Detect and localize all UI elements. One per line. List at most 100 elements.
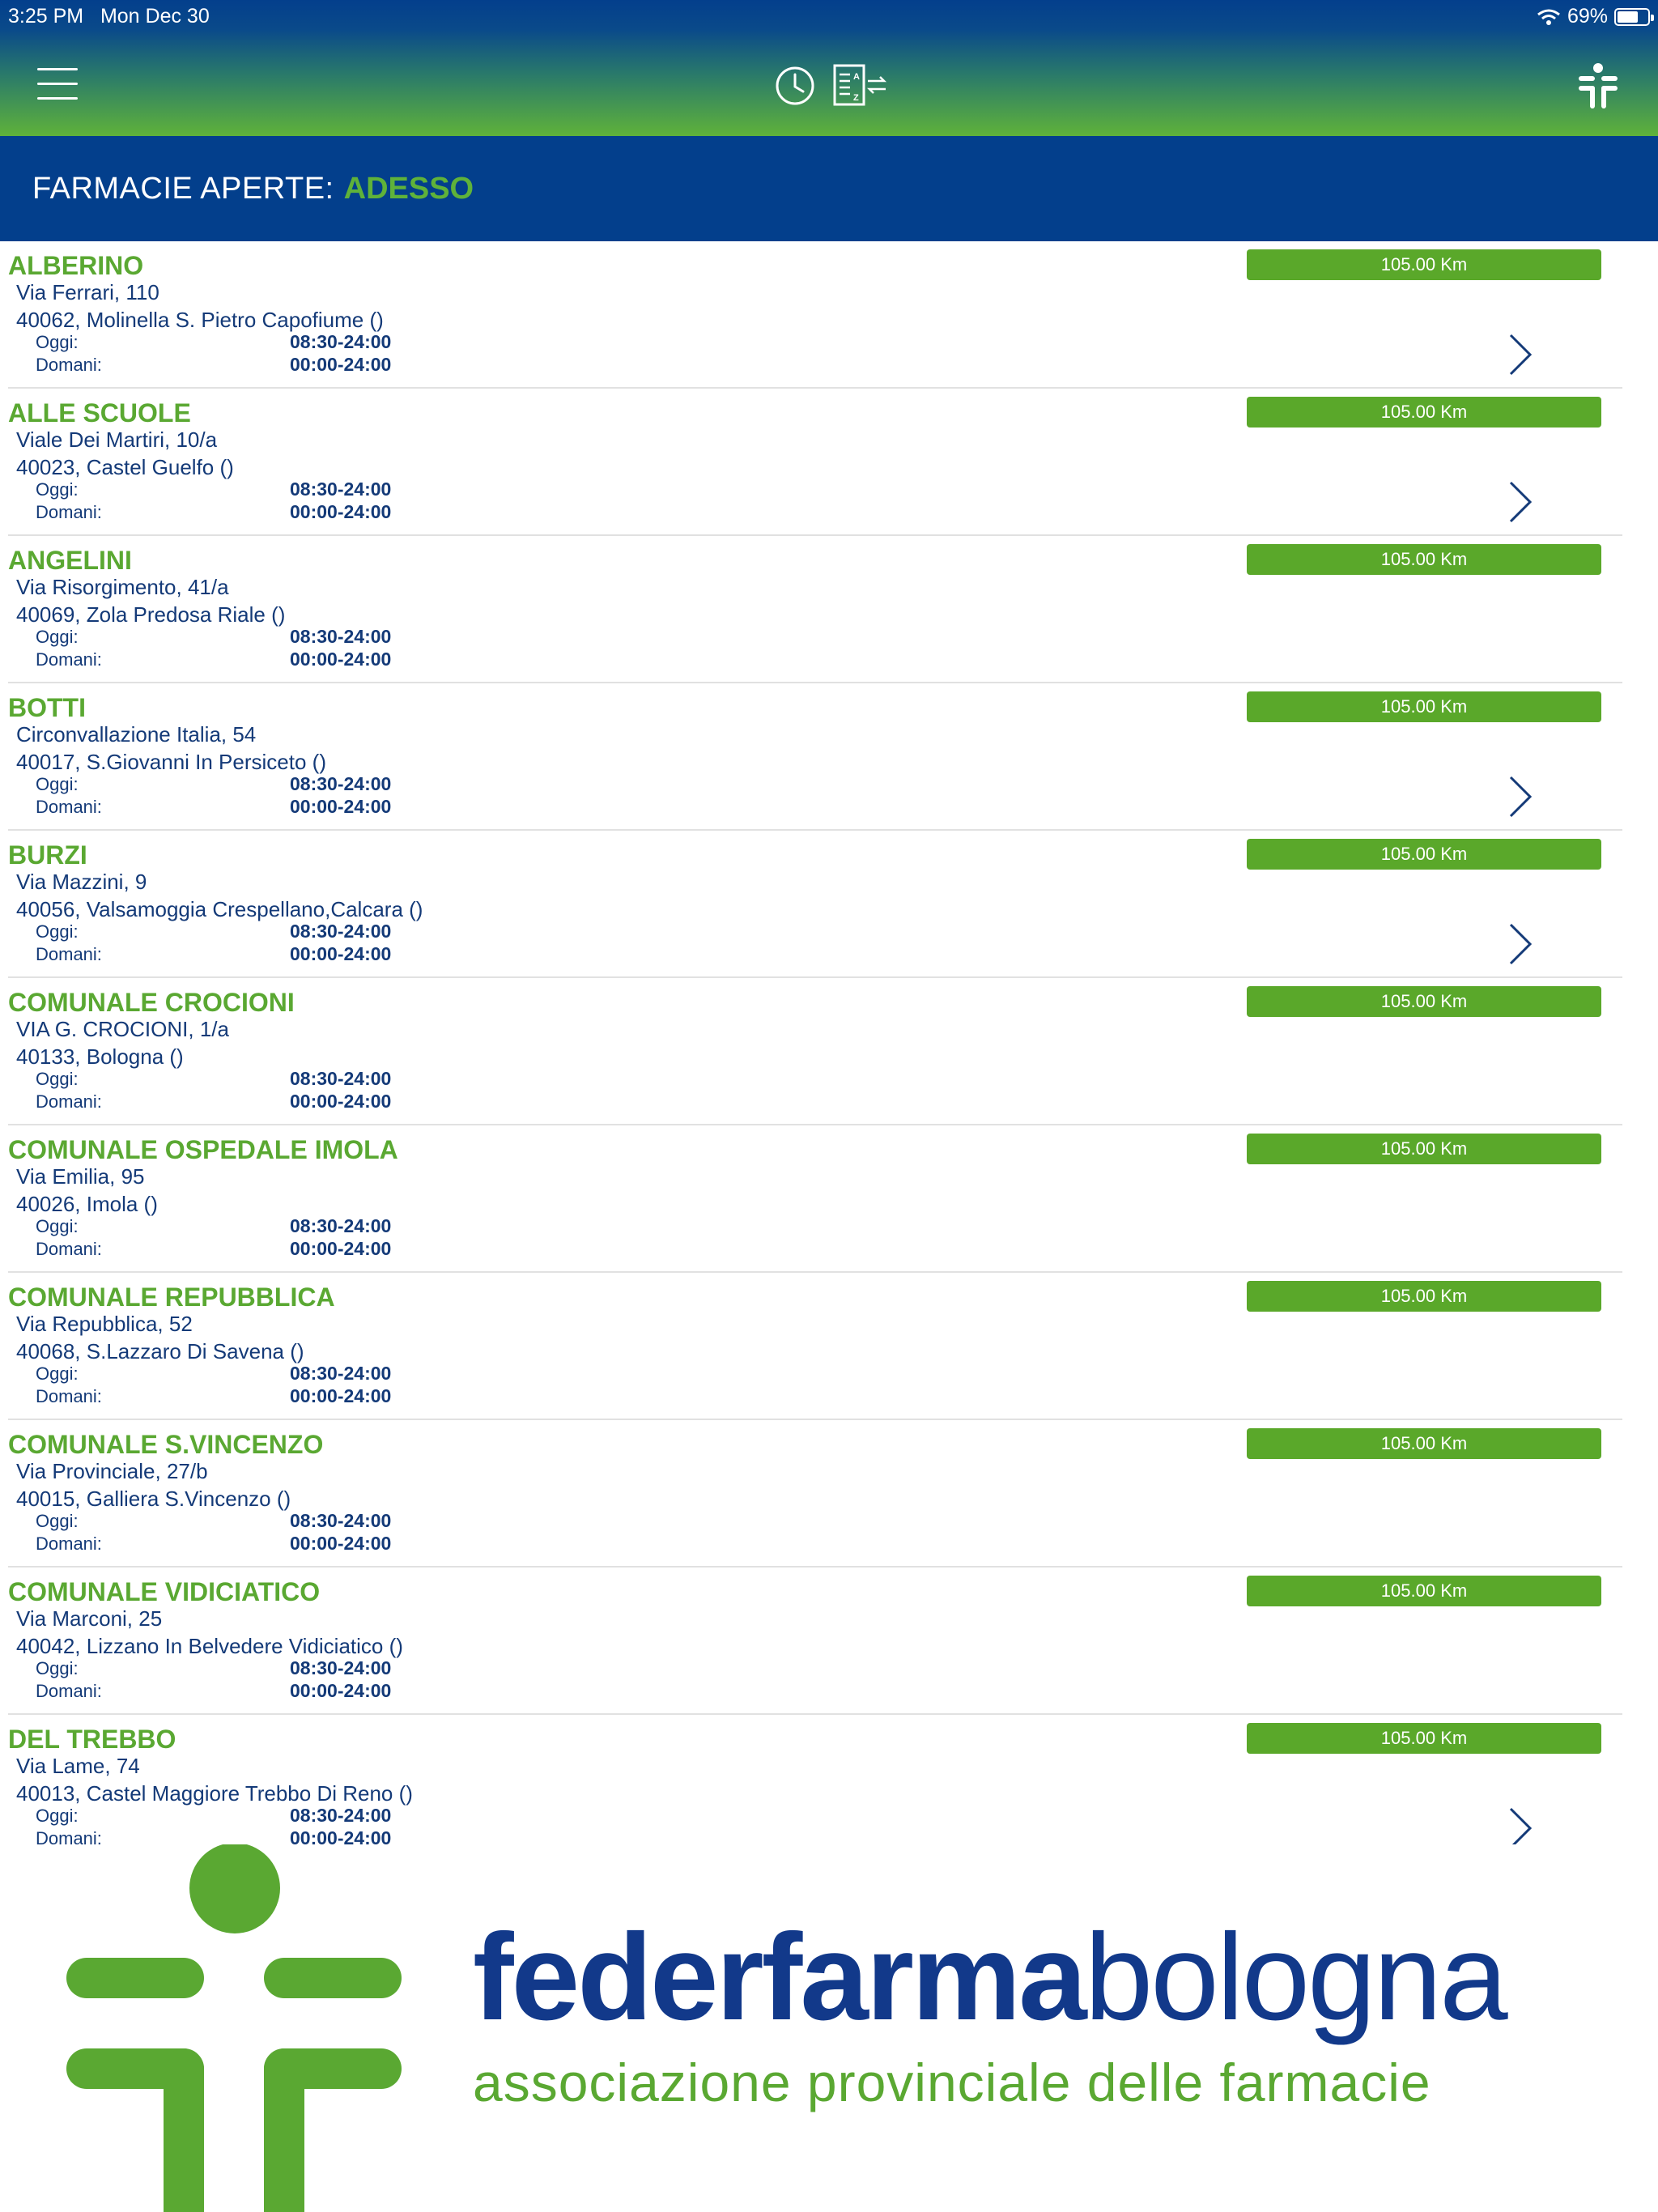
- menu-button[interactable]: [37, 68, 78, 100]
- brand-wordmark: federfarmabologna associazione provincia…: [473, 1916, 1508, 2113]
- pharmacy-name: DEL TREBBO: [8, 1725, 176, 1754]
- pharmacy-street: Via Emilia, 95: [16, 1164, 145, 1189]
- today-label: Oggi:: [36, 1806, 79, 1826]
- today-label: Oggi:: [36, 1216, 79, 1236]
- pharmacy-list[interactable]: ALBERINO Via Ferrari, 110 40062, Molinella…: [0, 241, 1658, 1844]
- tomorrow-label: Domani:: [36, 1386, 102, 1406]
- pharmacy-name: ALBERINO: [8, 251, 144, 280]
- pharmacy-city: 40015, Galliera S.Vincenzo (): [16, 1487, 291, 1511]
- chevron-right-icon[interactable]: [1506, 1806, 1535, 1844]
- distance-badge: 105.00 Km: [1247, 986, 1601, 1017]
- tomorrow-hours: 00:00-24:00: [290, 796, 392, 817]
- pharmacy-list-item[interactable]: ANGELINI Via Risorgimento, 41/a 40069, Zol…: [0, 536, 1658, 683]
- clock-icon[interactable]: [774, 65, 816, 107]
- tomorrow-label: Domani:: [36, 1828, 102, 1844]
- pharmacy-city: 40023, Castel Guelfo (): [16, 455, 234, 479]
- today-hours: 08:30-24:00: [290, 1657, 392, 1678]
- today-label: Oggi:: [36, 479, 79, 500]
- chevron-right-icon[interactable]: [1506, 774, 1535, 819]
- svg-text:A: A: [853, 72, 860, 82]
- today-hours: 08:30-24:00: [290, 1510, 392, 1531]
- pharmacy-street: Via Marconi, 25: [16, 1606, 163, 1631]
- pharmacy-city: 40042, Lizzano In Belvedere Vidiciatico …: [16, 1634, 403, 1658]
- tomorrow-hours: 00:00-24:00: [290, 1238, 392, 1259]
- pharmacy-list-item[interactable]: ALLE SCUOLE Viale Dei Martiri, 10/a 40023,…: [0, 389, 1658, 536]
- status-time-value: 3:25 PM: [8, 5, 84, 28]
- distance-badge: 105.00 Km: [1247, 249, 1601, 280]
- tomorrow-label: Domani:: [36, 944, 102, 964]
- today-label: Oggi:: [36, 1363, 79, 1384]
- pharmacy-name: COMUNALE OSPEDALE IMOLA: [8, 1135, 398, 1164]
- distance-badge: 105.00 Km: [1247, 1576, 1601, 1606]
- distance-badge: 105.00 Km: [1247, 1723, 1601, 1754]
- pharmacy-street: Viale Dei Martiri, 10/a: [16, 428, 218, 452]
- tomorrow-label: Domani:: [36, 1239, 102, 1259]
- today-hours: 08:30-24:00: [290, 479, 392, 500]
- tomorrow-hours: 00:00-24:00: [290, 354, 392, 375]
- tomorrow-label: Domani:: [36, 355, 102, 375]
- pharmacy-list-item[interactable]: BOTTI Circonvallazione Italia, 54 40017, S…: [0, 683, 1658, 831]
- tomorrow-hours: 00:00-24:00: [290, 501, 392, 522]
- federfarma-logo-icon[interactable]: [1577, 63, 1619, 110]
- tomorrow-label: Domani:: [36, 649, 102, 670]
- pharmacy-name: COMUNALE REPUBBLICA: [8, 1283, 335, 1312]
- today-hours: 08:30-24:00: [290, 1068, 392, 1089]
- pharmacy-street: Via Mazzini, 9: [16, 870, 147, 894]
- chevron-right-icon[interactable]: [1506, 921, 1535, 967]
- top-navigation-bar: 3:25 PM Mon Dec 30 69% A Z: [0, 0, 1658, 136]
- status-date-value: Mon Dec 30: [100, 5, 210, 28]
- distance-badge: 105.00 Km: [1247, 839, 1601, 870]
- pharmacy-name: COMUNALE S.VINCENZO: [8, 1430, 324, 1459]
- today-label: Oggi:: [36, 332, 79, 352]
- today-hours: 08:30-24:00: [290, 1805, 392, 1826]
- pharmacy-list-item[interactable]: DEL TREBBO Via Lame, 74 40013, Castel Magg…: [0, 1715, 1658, 1844]
- pharmacy-street: VIA G. CROCIONI, 1/a: [16, 1017, 229, 1041]
- today-hours: 08:30-24:00: [290, 1363, 392, 1384]
- today-label: Oggi:: [36, 1511, 79, 1531]
- today-label: Oggi:: [36, 774, 79, 794]
- pharmacy-street: Via Lame, 74: [16, 1754, 140, 1778]
- pharmacy-list-item[interactable]: COMUNALE CROCIONI VIA G. CROCIONI, 1/a 401…: [0, 978, 1658, 1125]
- pharmacy-list-item[interactable]: BURZI Via Mazzini, 9 40056, Valsamoggia Cr…: [0, 831, 1658, 978]
- tomorrow-hours: 00:00-24:00: [290, 1827, 392, 1844]
- tomorrow-hours: 00:00-24:00: [290, 1533, 392, 1554]
- pharmacy-list-item[interactable]: COMUNALE S.VINCENZO Via Provinciale, 27/b…: [0, 1420, 1658, 1568]
- chevron-right-icon[interactable]: [1506, 479, 1535, 525]
- menu-icon-line: [37, 83, 78, 85]
- pharmacy-city: 40056, Valsamoggia Crespellano,Calcara (…: [16, 897, 423, 921]
- pharmacy-list-item[interactable]: COMUNALE OSPEDALE IMOLA Via Emilia, 95 400…: [0, 1125, 1658, 1273]
- tomorrow-label: Domani:: [36, 1534, 102, 1554]
- today-hours: 08:30-24:00: [290, 331, 392, 352]
- battery-percent: 69%: [1567, 5, 1608, 28]
- status-time: 3:25 PM Mon Dec 30: [8, 5, 210, 28]
- today-label: Oggi:: [36, 627, 79, 647]
- brand-name-bold: federfarma: [473, 1908, 1087, 2046]
- pharmacy-city: 40062, Molinella S. Pietro Capofiume (): [16, 308, 384, 332]
- pharmacy-name: COMUNALE VIDICIATICO: [8, 1577, 321, 1606]
- pharmacy-name: ALLE SCUOLE: [8, 398, 191, 428]
- sort-az-icon[interactable]: A Z: [832, 63, 891, 108]
- battery-level-fill: [1618, 11, 1638, 23]
- pharmacy-list-item[interactable]: COMUNALE REPUBBLICA Via Repubblica, 52 400…: [0, 1273, 1658, 1420]
- wifi-icon: [1537, 9, 1560, 25]
- distance-badge: 105.00 Km: [1247, 1281, 1601, 1312]
- distance-badge: 105.00 Km: [1247, 544, 1601, 575]
- today-hours: 08:30-24:00: [290, 626, 392, 647]
- pharmacy-street: Via Risorgimento, 41/a: [16, 575, 229, 599]
- today-hours: 08:30-24:00: [290, 773, 392, 794]
- distance-badge: 105.00 Km: [1247, 1428, 1601, 1459]
- page-title-highlight: ADESSO: [343, 171, 474, 206]
- pharmacy-list-item[interactable]: ALBERINO Via Ferrari, 110 40062, Molinella…: [0, 241, 1658, 389]
- pharmacy-street: Via Provinciale, 27/b: [16, 1459, 208, 1483]
- today-label: Oggi:: [36, 1069, 79, 1089]
- chevron-right-icon[interactable]: [1506, 332, 1535, 377]
- pharmacy-city: 40026, Imola (): [16, 1192, 158, 1216]
- federfarma-banner: federfarmabologna associazione provincia…: [0, 1844, 1658, 2212]
- distance-badge: 105.00 Km: [1247, 1134, 1601, 1164]
- today-label: Oggi:: [36, 921, 79, 942]
- status-bar: 3:25 PM Mon Dec 30 69%: [0, 0, 1658, 32]
- today-hours: 08:30-24:00: [290, 1215, 392, 1236]
- pharmacy-list-item[interactable]: COMUNALE VIDICIATICO Via Marconi, 25 40042…: [0, 1568, 1658, 1715]
- today-label: Oggi:: [36, 1658, 79, 1678]
- tomorrow-label: Domani:: [36, 1681, 102, 1701]
